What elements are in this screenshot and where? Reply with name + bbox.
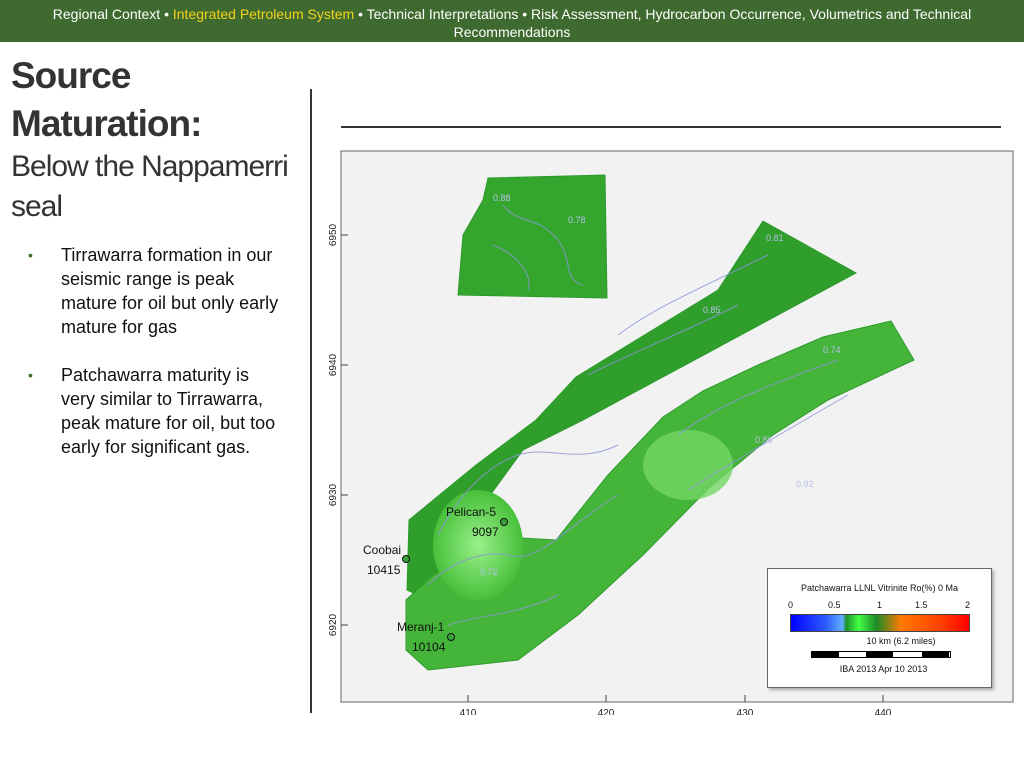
x-tick-label: 440 — [875, 708, 892, 715]
contour-label: 0.78 — [568, 215, 586, 225]
header-text-part2: • Technical Interpretations • Risk Asses… — [358, 6, 972, 40]
contour-label: 0.72 — [480, 567, 498, 577]
bullet-item: • Tirrawarra formation in our seismic ra… — [28, 243, 288, 339]
legend-tick: 1.5 — [915, 600, 928, 610]
contour-label: 0.74 — [823, 345, 841, 355]
header-banner: Regional Context • Integrated Petroleum … — [0, 0, 1024, 42]
well-marker-coobai[interactable] — [402, 555, 410, 563]
x-tick-label: 420 — [598, 708, 615, 715]
well-name: Coobai — [363, 543, 401, 557]
bullet-item: • Patchawarra maturity is very similar t… — [28, 363, 288, 459]
map-legend: Patchawarra LLNL Vitrinite Ro(%) 0 Ma 0 … — [767, 568, 992, 688]
legend-tick: 0 — [788, 600, 794, 610]
scale-label: 10 km (6.2 miles) — [866, 636, 936, 646]
bullet-text: Tirrawarra formation in our seismic rang… — [61, 245, 279, 337]
bullet-list: • Tirrawarra formation in our seismic ra… — [28, 243, 288, 483]
y-tick-label: 6940 — [328, 353, 339, 376]
vertical-divider — [310, 89, 312, 713]
well-marker-pelican-5[interactable] — [500, 518, 508, 526]
legend-tick: 1 — [877, 600, 883, 610]
y-tick-label: 6920 — [328, 613, 339, 636]
contour-label: 0.92 — [796, 479, 814, 489]
header-highlight: Integrated Petroleum System — [172, 6, 355, 22]
well-name: Pelican-5 — [446, 505, 496, 519]
legend-stamp: IBA 2013 Apr 10 2013 — [839, 664, 928, 674]
well-name: Meranj-1 — [397, 620, 445, 634]
legend-title: Patchawarra LLNL Vitrinite Ro(%) 0 Ma — [800, 583, 959, 593]
well-value: 9097 — [472, 525, 499, 539]
x-tick-label: 410 — [460, 708, 477, 715]
contour-label: 0.86 — [755, 435, 773, 445]
legend-tick: 2 — [965, 600, 971, 610]
bullet-icon: • — [28, 247, 33, 263]
bullet-icon: • — [28, 367, 33, 383]
slide-subtitle: Below the Nappamerri seal — [11, 150, 289, 223]
well-value: 10104 — [412, 640, 446, 654]
legend-tick: 0.5 — [828, 600, 841, 610]
y-tick-label: 6930 — [328, 483, 339, 506]
contour-label: 0.88 — [493, 193, 511, 203]
well-marker-meranj-1[interactable] — [447, 633, 455, 641]
contour-label: 0.85 — [703, 305, 721, 315]
well-value: 10415 — [367, 563, 401, 577]
horizontal-divider — [341, 126, 1001, 128]
contour-label: 0.81 — [766, 233, 784, 243]
header-text-part1: Regional Context • — [52, 6, 169, 22]
y-tick-label: 6950 — [328, 223, 339, 246]
x-tick-label: 430 — [737, 708, 754, 715]
slide-title: Source Maturation: — [11, 55, 202, 144]
color-scale-bar — [790, 614, 970, 632]
bullet-text: Patchawarra maturity is very similar to … — [61, 365, 276, 457]
distance-scale-bar — [811, 651, 951, 658]
